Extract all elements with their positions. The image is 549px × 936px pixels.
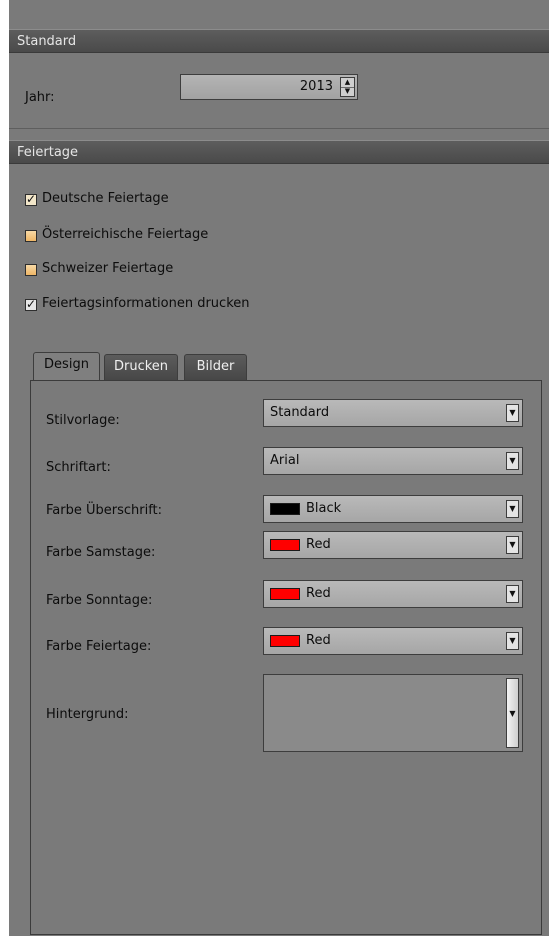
tab-label: Design [44,357,89,372]
style-select[interactable]: Standard ▼ [263,399,523,427]
holiday-color-label: Farbe Feiertage: [46,639,152,654]
font-label: Schriftart: [46,460,111,475]
dropdown-arrow-icon[interactable]: ▼ [506,632,519,650]
calendar-settings-panel: Standard Jahr: 2013 ▲ ▼ Feiertage ✓ Deut… [9,0,549,936]
color-swatch [270,635,300,647]
checkbox-label: Schweizer Feiertage [42,261,174,276]
saturday-color-value: Red [306,537,331,552]
check-icon: ✓ [26,192,37,206]
background-select[interactable]: ▼ [263,674,523,752]
dropdown-arrow-icon[interactable]: ▼ [506,452,519,470]
checkbox-label: Deutsche Feiertage [42,191,169,206]
style-value: Standard [270,405,330,420]
heading-color-value: Black [306,501,342,516]
section-divider [9,128,549,129]
style-label: Stilvorlage: [46,413,120,428]
year-label: Jahr: [25,90,55,105]
dropdown-arrow-icon[interactable]: ▼ [506,678,519,748]
background-label: Hintergrund: [46,707,129,722]
sunday-color-value: Red [306,586,331,601]
holiday-color-value: Red [306,633,331,648]
holiday-color-select[interactable]: Red ▼ [263,627,523,655]
font-select[interactable]: Arial ▼ [263,447,523,475]
check-icon: ✓ [26,297,37,311]
heading-color-select[interactable]: Black ▼ [263,495,523,523]
section-header-holidays: Feiertage [9,140,549,164]
year-spinner[interactable]: ▲ ▼ [340,77,355,97]
saturday-color-label: Farbe Samstage: [46,545,156,560]
checkbox-box[interactable]: ✓ [25,192,37,206]
tab-bilder[interactable]: Bilder [184,354,247,380]
section-title-standard: Standard [17,34,77,49]
font-value: Arial [270,453,300,468]
saturday-color-select[interactable]: Red ▼ [263,531,523,559]
tab-drucken[interactable]: Drucken [104,354,178,380]
dropdown-arrow-icon[interactable]: ▼ [506,500,519,518]
dropdown-arrow-icon[interactable]: ▼ [506,585,519,603]
checkbox-label: Feiertagsinformationen drucken [42,296,250,311]
checkbox-label: Österreichische Feiertage [42,227,209,242]
section-header-standard: Standard [9,29,549,53]
tab-label: Bilder [196,359,235,374]
heading-color-label: Farbe Überschrift: [46,503,163,518]
checkbox-box[interactable] [25,264,37,276]
tab-label: Drucken [113,359,169,374]
color-swatch [270,588,300,600]
checkbox-box[interactable] [25,230,37,242]
spin-down-icon[interactable]: ▼ [341,87,354,96]
color-swatch [270,503,300,515]
checkbox-box[interactable]: ✓ [25,297,37,311]
tab-design[interactable]: Design [33,352,100,380]
sunday-color-select[interactable]: Red ▼ [263,580,523,608]
sunday-color-label: Farbe Sonntage: [46,593,153,608]
dropdown-arrow-icon[interactable]: ▼ [506,404,519,422]
year-spinbox[interactable]: 2013 ▲ ▼ [180,74,358,100]
dropdown-arrow-icon[interactable]: ▼ [506,536,519,554]
year-value: 2013 [299,79,333,94]
section-title-holidays: Feiertage [17,145,79,160]
color-swatch [270,539,300,551]
